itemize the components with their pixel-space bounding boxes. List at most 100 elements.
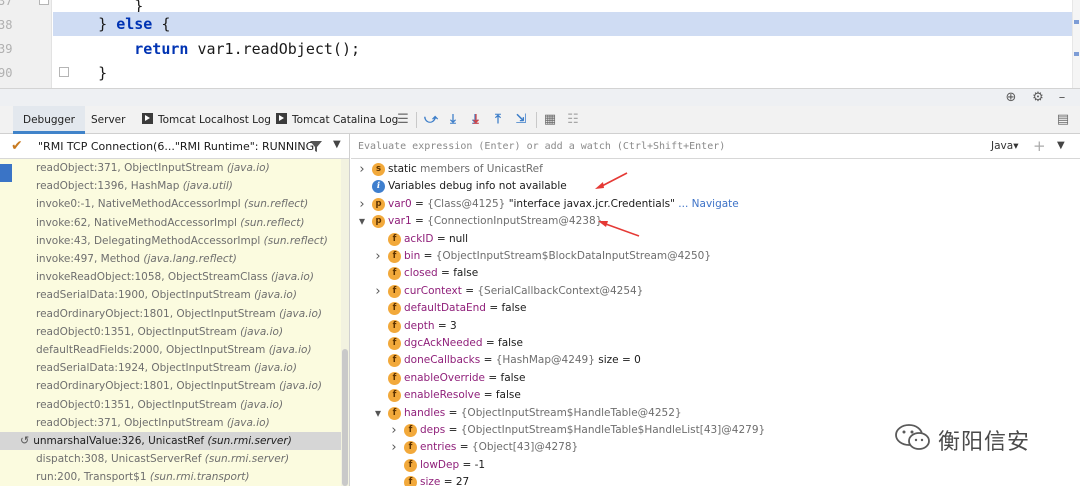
line-number: 90 xyxy=(0,66,13,80)
code-line[interactable]: } xyxy=(62,61,1074,85)
chevron-down-icon[interactable]: ▼ xyxy=(1057,140,1065,151)
frame-item[interactable]: readObject0:1351, ObjectInputStream (jav… xyxy=(0,396,342,414)
tab-debugger[interactable]: Debugger xyxy=(13,106,85,134)
field-icon: f xyxy=(388,284,401,298)
filter-icon[interactable] xyxy=(309,139,323,153)
fold-marker-icon[interactable] xyxy=(39,0,49,5)
frame-item[interactable]: defaultReadFields:2000, ObjectInputStrea… xyxy=(0,341,342,359)
frame-item[interactable]: invokeReadObject:1058, ObjectStreamClass… xyxy=(0,268,342,286)
frame-item[interactable]: readObject:1396, HashMap (java.util) xyxy=(0,177,342,195)
variable-row[interactable]: f ackID = null xyxy=(351,231,1051,248)
expand-right-icon[interactable]: › xyxy=(357,161,367,178)
expand-right-icon[interactable]: › xyxy=(373,248,383,265)
variable-row[interactable]: f lowDep = -1 xyxy=(351,457,1051,474)
console-icon xyxy=(142,113,153,124)
editor-gutter: 37 38 39 90 xyxy=(0,0,69,88)
step-into-red-icon[interactable]: ⤓ xyxy=(467,111,485,129)
evaluate-expression-icon[interactable]: ▦ xyxy=(541,111,559,129)
variable-row[interactable]: f doneCallbacks = {HashMap@4249} size = 0 xyxy=(351,352,1051,369)
variable-row[interactable]: › f curContext = {SerialCallbackContext@42… xyxy=(351,283,1051,300)
frame-item[interactable]: invoke:497, Method (java.lang.reflect) xyxy=(0,250,342,268)
variable-row[interactable]: ▾ f handles = {ObjectInputStream$HandleTab… xyxy=(351,405,1051,422)
menu-lines-icon[interactable]: ☰ xyxy=(394,111,412,129)
field-icon: f xyxy=(388,232,401,246)
trace-icon[interactable]: ☷ xyxy=(564,111,582,129)
frame-item[interactable]: readObject:371, ObjectInputStream (java.… xyxy=(0,414,342,432)
field-icon: f xyxy=(388,319,401,333)
variable-row[interactable]: i Variables debug info not available xyxy=(351,178,1051,195)
variable-row[interactable]: f size = 27 xyxy=(351,474,1051,486)
variable-row[interactable]: › s static members of UnicastRef xyxy=(351,161,1051,178)
frame-item[interactable]: run:200, Transport$1 (sun.rmi.transport) xyxy=(0,468,342,486)
editor-scrollbar[interactable] xyxy=(1072,0,1080,88)
variable-row[interactable]: › p var0 = {Class@4125} "interface javax.j… xyxy=(351,196,1051,213)
tab-tomcat-catalina-log[interactable]: Tomcat Catalina Log xyxy=(276,106,398,134)
step-over-icon[interactable]: ⤓ xyxy=(444,111,462,129)
drop-frame-icon: ↺ xyxy=(20,434,30,447)
tab-tomcat-localhost-log[interactable]: Tomcat Localhost Log xyxy=(142,106,271,134)
run-to-cursor-icon[interactable]: ⇲ xyxy=(512,111,530,129)
expand-right-icon[interactable]: › xyxy=(389,439,399,456)
code-line[interactable]: } else { xyxy=(53,12,1074,36)
show-execution-point-icon[interactable]: ⤻ xyxy=(422,111,440,129)
minimize-icon[interactable]: – xyxy=(1054,90,1070,106)
variable-text: enableOverride = false xyxy=(404,371,526,384)
gear-icon[interactable]: ⚙ xyxy=(1030,90,1046,106)
language-selector[interactable]: Java▾ xyxy=(991,134,1018,159)
evaluate-placeholder: Evaluate expression (Enter) or add a wat… xyxy=(358,141,726,152)
variable-row[interactable]: › f bin = {ObjectInputStream$BlockDataInpu… xyxy=(351,248,1051,265)
expand-down-icon[interactable]: ▾ xyxy=(357,213,367,230)
language-label: Java xyxy=(991,140,1014,152)
frame-item-selected[interactable]: ↺ unmarshalValue:326, UnicastRef (sun.rmi… xyxy=(0,432,342,450)
frame-item[interactable]: invoke:62, NativeMethodAccessorImpl (sun… xyxy=(0,214,342,232)
code-editor[interactable]: 37 38 39 90 } } else { return var1.readO… xyxy=(0,0,1080,88)
frame-item[interactable]: dispatch:308, UnicastServerRef (sun.rmi.… xyxy=(0,450,342,468)
expand-right-icon[interactable]: › xyxy=(357,196,367,213)
variable-row[interactable]: f defaultDataEnd = false xyxy=(351,300,1051,317)
code-line[interactable]: return var1.readObject(); xyxy=(62,37,1074,61)
globe-icon[interactable]: ⊕ xyxy=(1003,90,1019,106)
frame-item[interactable]: readOrdinaryObject:1801, ObjectInputStre… xyxy=(0,377,342,395)
variable-row[interactable]: f enableResolve = false xyxy=(351,387,1051,404)
expand-right-icon[interactable]: › xyxy=(373,283,383,300)
frame-item[interactable]: readOrdinaryObject:1801, ObjectInputStre… xyxy=(0,305,342,323)
debug-toolwindow-header: ⊕ ⚙ – xyxy=(0,88,1080,106)
wechat-logo-icon xyxy=(895,424,930,450)
layout-icon[interactable]: ▤ xyxy=(1054,111,1072,129)
step-out-icon[interactable]: ⤒ xyxy=(489,111,507,129)
thread-selector[interactable]: ✔ "RMI TCP Connection(6..."RMI Runtime":… xyxy=(0,134,349,159)
line-number: 37 xyxy=(0,0,13,8)
variable-text: ackID = null xyxy=(404,232,469,245)
variable-text: static members of UnicastRef xyxy=(388,163,543,175)
expand-right-icon[interactable]: › xyxy=(389,422,399,439)
variable-row[interactable]: ▾ p var1 = {ConnectionInputStream@4238} xyxy=(351,213,1051,230)
evaluate-expression-field[interactable]: Evaluate expression (Enter) or add a wat… xyxy=(351,134,1080,159)
frame-item[interactable]: readSerialData:1900, ObjectInputStream (… xyxy=(0,286,342,304)
frame-item[interactable]: readObject:371, ObjectInputStream (java.… xyxy=(0,159,342,177)
field-icon: f xyxy=(404,424,417,437)
add-watch-icon[interactable]: + xyxy=(1033,137,1046,155)
chevron-down-icon[interactable]: ▼ xyxy=(333,139,341,150)
thread-label: "RMI TCP Connection(6..."RMI Runtime": R… xyxy=(38,140,315,153)
debugger-tabs-bar: Debugger Server Tomcat Localhost Log Tom… xyxy=(0,106,1080,134)
variable-row[interactable]: f dgcAckNeeded = false xyxy=(351,335,1051,352)
variable-row[interactable]: f enableOverride = false xyxy=(351,370,1051,387)
variable-row[interactable]: f depth = 3 xyxy=(351,318,1051,335)
frames-scrollbar[interactable] xyxy=(341,159,349,486)
line-number: 39 xyxy=(0,42,13,56)
frame-item[interactable]: invoke:43, DelegatingMethodAccessorImpl … xyxy=(0,232,342,250)
navigate-link[interactable]: ... Navigate xyxy=(675,198,738,210)
variable-text: var1 = {ConnectionInputStream@4238} xyxy=(388,215,603,228)
variable-row[interactable]: f closed = false xyxy=(351,265,1051,282)
variable-text: entries = {Object[43]@4278} xyxy=(420,441,579,454)
expand-down-icon[interactable]: ▾ xyxy=(373,405,383,422)
field-icon: f xyxy=(388,371,401,385)
tab-server[interactable]: Server xyxy=(91,106,125,134)
frame-item[interactable]: readObject0:1351, ObjectInputStream (jav… xyxy=(0,323,342,341)
frame-item[interactable]: readSerialData:1924, ObjectInputStream (… xyxy=(0,359,342,377)
check-icon: ✔ xyxy=(11,138,23,154)
tab-label: Server xyxy=(91,114,126,126)
parameter-icon: p xyxy=(372,197,385,211)
frame-item[interactable]: invoke0:-1, NativeMethodAccessorImpl (su… xyxy=(0,195,342,213)
tab-label: Tomcat Catalina Log xyxy=(292,114,399,126)
